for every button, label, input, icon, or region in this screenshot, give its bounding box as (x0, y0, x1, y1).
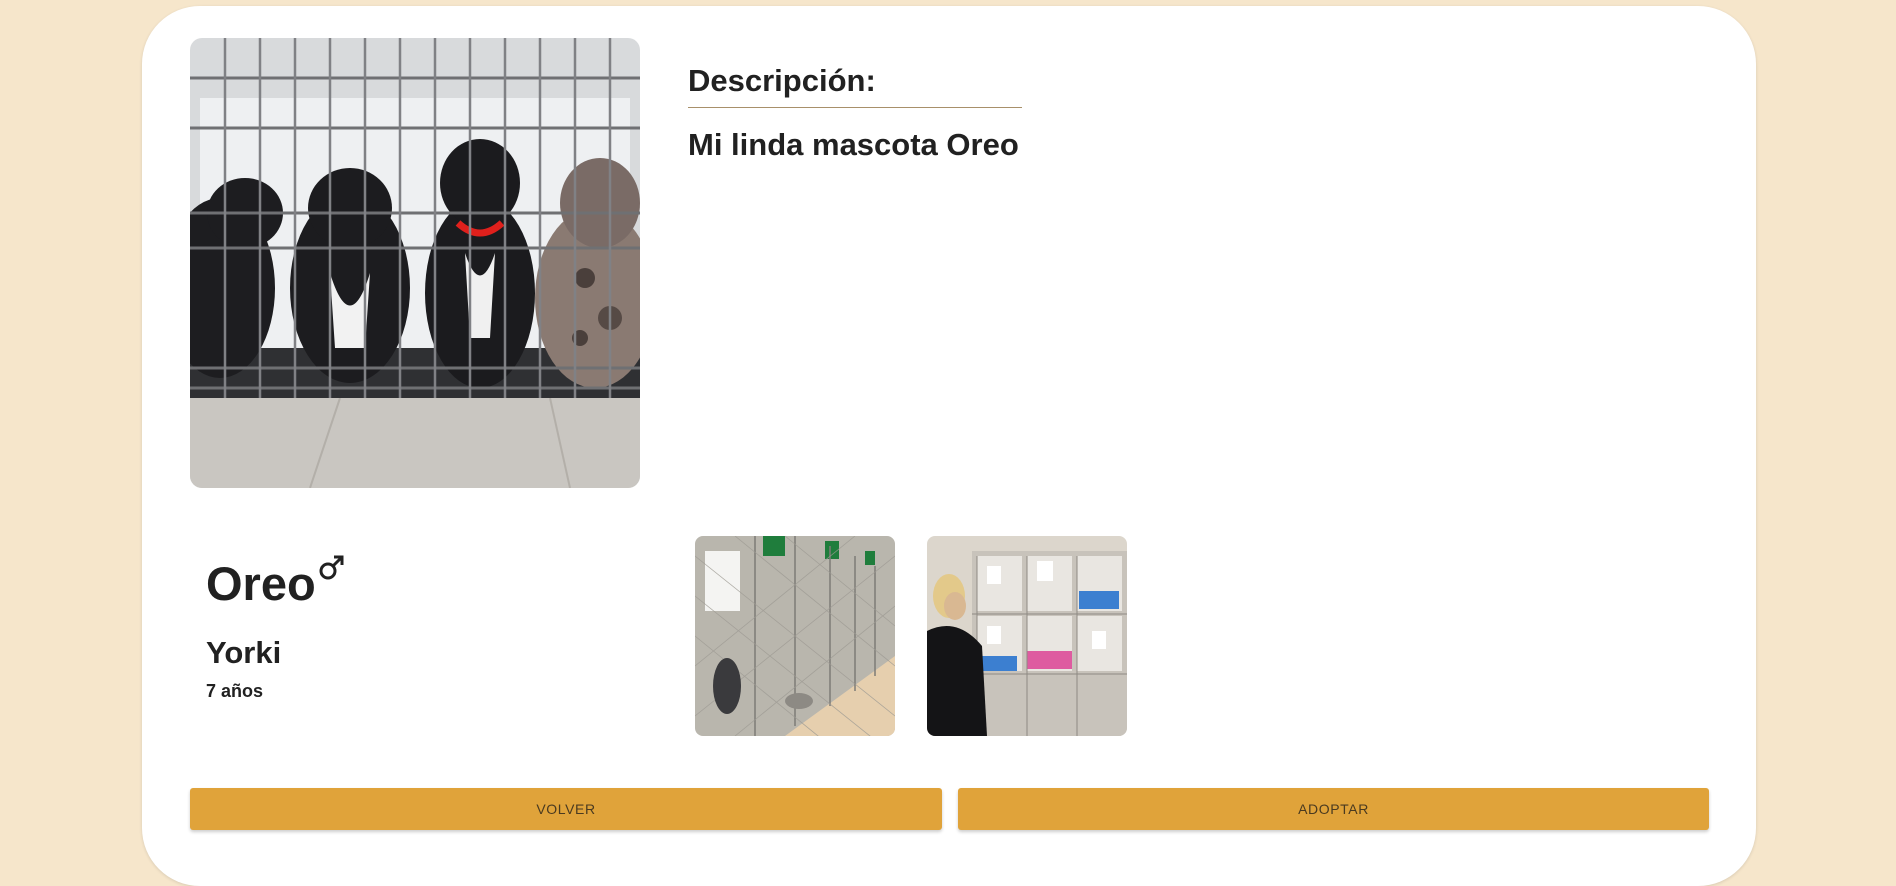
pet-breed: Yorki (206, 635, 282, 670)
pet-detail-card: Descripción: Mi linda mascota Oreo Oreo … (142, 6, 1756, 886)
thumbnail-kennel-photo[interactable] (695, 536, 895, 736)
adopt-button[interactable]: ADOPTAR (958, 788, 1709, 830)
description-heading: Descripción: (688, 63, 876, 98)
back-button[interactable]: VOLVER (190, 788, 942, 830)
pet-name: Oreo (206, 557, 316, 610)
pet-age: 7 años (206, 681, 264, 701)
thumbnail-shelter-photo[interactable] (927, 536, 1127, 736)
main-pet-photo (190, 38, 640, 488)
description-text: Mi linda mascota Oreo (688, 127, 1019, 162)
male-symbol-icon (317, 552, 347, 582)
description-divider (688, 107, 1022, 108)
